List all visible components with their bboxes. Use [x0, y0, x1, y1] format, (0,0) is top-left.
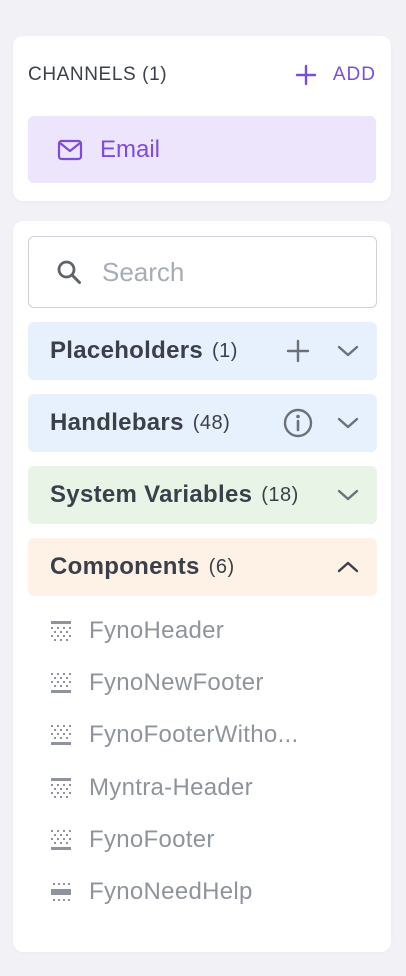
section-handlebars[interactable]: Handlebars (48): [28, 394, 377, 452]
chevron-down-icon[interactable]: [335, 482, 361, 508]
section-count: (6): [208, 555, 235, 578]
chevron-down-icon[interactable]: [335, 410, 361, 436]
header-layout-icon: [51, 621, 71, 642]
channels-title: CHANNELS (1): [28, 64, 168, 85]
section-title: Placeholders: [50, 337, 204, 364]
section-title: System Variables: [50, 481, 253, 508]
plus-icon: [295, 64, 317, 86]
section-title: Handlebars: [50, 409, 184, 436]
channel-item-label: Email: [100, 135, 161, 163]
section-count: (18): [261, 483, 299, 506]
variables-panel: Placeholders (1) Handlebars (48): [13, 221, 391, 952]
components-list: FynoHeader FynoNewFooter FynoFooterWitho…: [50, 605, 370, 918]
component-label: FynoNeedHelp: [89, 878, 253, 906]
footer-layout-icon: [51, 673, 71, 694]
section-placeholders[interactable]: Placeholders (1): [28, 322, 377, 380]
mail-icon: [57, 139, 83, 160]
section-components[interactable]: Components (6): [28, 538, 377, 596]
component-item[interactable]: FynoFooter: [50, 814, 370, 866]
section-system-variables[interactable]: System Variables (18): [28, 466, 377, 524]
component-item[interactable]: FynoFooterWitho...: [50, 709, 370, 761]
channel-item-email[interactable]: Email: [28, 116, 376, 183]
section-count: (1): [212, 339, 238, 362]
component-label: FynoFooter: [89, 825, 215, 853]
component-item[interactable]: FynoHeader: [50, 605, 370, 657]
header-layout-icon: [51, 777, 71, 798]
component-item[interactable]: FynoNeedHelp: [50, 866, 370, 918]
search-box: [28, 236, 377, 308]
plus-icon: [286, 339, 310, 363]
section-count: (48): [192, 411, 231, 434]
section-title: Components: [50, 553, 200, 580]
component-label: FynoNewFooter: [89, 669, 264, 697]
handlebars-info-button[interactable]: [283, 408, 313, 438]
component-item[interactable]: Myntra-Header: [50, 762, 370, 814]
footer-layout-icon: [51, 829, 71, 850]
add-channel-label: ADD: [332, 64, 376, 85]
footer-layout-icon: [51, 725, 71, 746]
component-label: Myntra-Header: [89, 773, 253, 801]
add-channel-button[interactable]: ADD: [295, 64, 376, 86]
add-placeholder-button[interactable]: [283, 336, 313, 366]
info-icon: [283, 408, 313, 438]
content-block-icon: [51, 883, 71, 902]
channels-header: CHANNELS (1) ADD: [28, 60, 376, 90]
component-label: FynoFooterWitho...: [89, 721, 299, 749]
component-item[interactable]: FynoNewFooter: [50, 657, 370, 709]
search-input[interactable]: [102, 256, 342, 288]
component-label: FynoHeader: [89, 617, 225, 645]
channels-panel: CHANNELS (1) ADD Email: [13, 36, 391, 201]
chevron-down-icon[interactable]: [335, 338, 361, 364]
search-icon: [57, 260, 81, 284]
chevron-up-icon[interactable]: [335, 554, 361, 580]
